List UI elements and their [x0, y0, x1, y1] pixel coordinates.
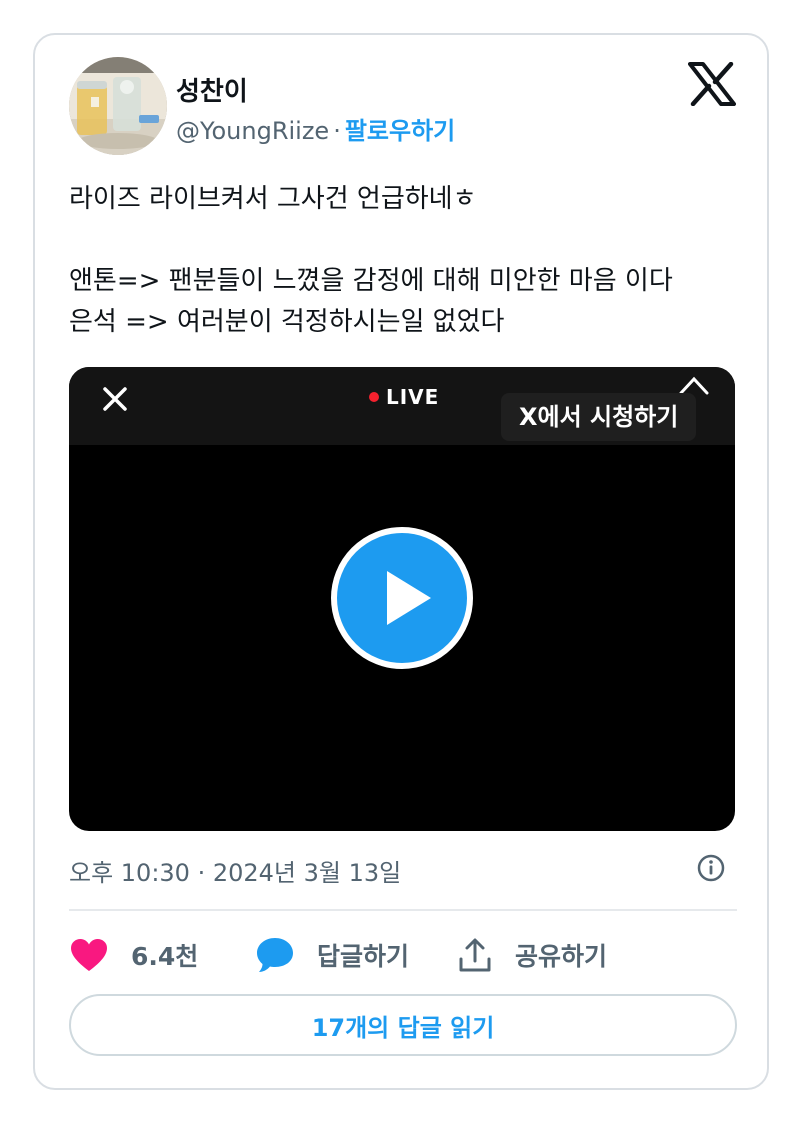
author-name[interactable]: 성찬이 — [176, 71, 248, 108]
author-handle[interactable]: @YoungRiize — [176, 117, 329, 145]
heart-icon — [71, 939, 107, 971]
reply-button[interactable]: 답글하기 — [255, 930, 409, 980]
expand-icon[interactable] — [679, 375, 709, 395]
live-dot-icon — [369, 392, 379, 402]
play-button[interactable] — [331, 527, 473, 669]
avatar[interactable] — [69, 57, 167, 155]
read-replies-button[interactable]: 17개의 답글 읽기 — [69, 994, 737, 1056]
info-icon[interactable] — [696, 853, 726, 883]
live-label: LIVE — [386, 385, 440, 409]
share-label: 공유하기 — [515, 942, 608, 971]
author-handle-row: @YoungRiize · 팔로우하기 — [176, 111, 455, 146]
play-icon — [387, 571, 431, 625]
video-player[interactable]: LIVE X에서 시청하기 — [69, 367, 735, 831]
reply-bubble-icon — [257, 938, 293, 972]
share-icon — [459, 938, 491, 972]
reply-label: 답글하기 — [317, 942, 410, 971]
like-button[interactable]: 6.4천 — [69, 930, 198, 980]
tweet-text: 라이즈 라이브켜서 그사건 언급하네ㅎ 앤톤=> 팬분들이 느꼈을 감정에 대해… — [69, 184, 673, 337]
avatar-photo — [69, 57, 167, 155]
share-button[interactable]: 공유하기 — [457, 930, 607, 980]
separator-dot: · — [333, 117, 341, 145]
action-bar: 6.4천 답글하기 공유하기 — [69, 930, 737, 980]
live-indicator: LIVE — [369, 385, 439, 409]
watch-on-x-button[interactable]: X에서 시청하기 — [501, 393, 697, 441]
tweet-timestamp[interactable]: 오후 10:30 · 2024년 3월 13일 — [69, 853, 401, 888]
tweet-card: 성찬이 @YoungRiize · 팔로우하기 라이즈 라이브켜서 그사건 언급하네… — [33, 33, 769, 1090]
x-logo-icon[interactable] — [688, 62, 736, 106]
divider — [69, 909, 737, 911]
follow-button[interactable]: 팔로우하기 — [345, 117, 455, 145]
close-icon[interactable] — [97, 381, 133, 417]
like-count: 6.4천 — [131, 942, 199, 971]
